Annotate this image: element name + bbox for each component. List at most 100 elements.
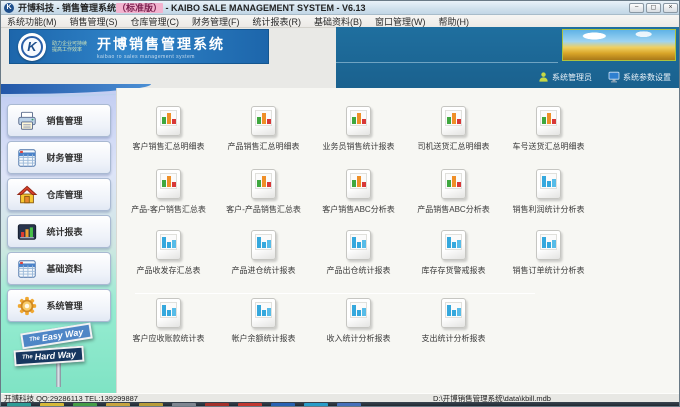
report-label: 产品进仓统计报表 (231, 266, 296, 275)
report-item[interactable]: 销售订单统计分析表 (501, 230, 596, 276)
brand-subtitle: kaibao ro sales management system (97, 53, 195, 60)
report-chart-icon (346, 169, 371, 199)
report-chart-icon (346, 298, 371, 328)
maximize-button[interactable]: ◻ (646, 2, 661, 13)
sidebar-item-sales[interactable]: 销售管理 (6, 104, 111, 137)
report-item[interactable]: 业务员销售统计报表 (311, 106, 406, 152)
taskbar-app-icon (73, 403, 97, 406)
report-item[interactable]: 客户销售汇总明细表 (121, 106, 216, 152)
report-row-finance: 客户应收账款统计表 帐户余额统计报表 收入统计分析报表 支出统计分析报表 (121, 298, 501, 344)
menu-item[interactable]: 统计报表(R) (253, 15, 302, 28)
sidebar-swoosh-highlight (1, 94, 119, 97)
close-button[interactable]: × (663, 2, 678, 13)
report-label: 收入统计分析报表 (326, 334, 391, 343)
report-item[interactable]: 司机送货汇总明细表 (406, 106, 501, 152)
report-chart-icon (251, 298, 276, 328)
report-label: 客户销售ABC分析表 (322, 205, 395, 214)
report-chart-icon (251, 169, 276, 199)
report-item[interactable]: 产品销售ABC分析表 (406, 169, 501, 215)
report-label: 销售利润统计分析表 (512, 205, 585, 214)
menu-item[interactable]: 帮助(H) (439, 15, 470, 28)
taskbar-app-icon (40, 403, 64, 406)
brand-banner: K 助力企业可持续 提高工作效率 开博销售管理系统 kaibao ro sale… (9, 29, 269, 64)
report-label: 库存存货警戒报表 (421, 266, 486, 275)
report-chart-icon (441, 169, 466, 199)
minimize-button[interactable]: − (629, 2, 644, 13)
window-title-main: 开博科技 - 销售管理系统 (18, 3, 116, 13)
brand-logo-letter: K (21, 35, 43, 58)
report-row-inventory: 产品收发存汇总表 产品进仓统计报表 产品出仓统计报表 库存存货警戒报表 销售订单统计分析… (121, 230, 596, 276)
menu-item[interactable]: 销售管理(S) (70, 15, 118, 28)
app-logo-icon: K (4, 2, 14, 13)
sidebar-item-warehouse[interactable]: 仓库管理 (6, 178, 111, 211)
slogan-line2: 提高工作效率 (52, 46, 83, 53)
header-divider (336, 62, 558, 63)
header: 系统管理员 系统参数设置 K 助力企业可持续 提高工作效率 开博销售管理系统 k… (1, 27, 679, 88)
menu-item[interactable]: 财务管理(F) (192, 15, 240, 28)
report-item[interactable]: 产品收发存汇总表 (121, 230, 216, 276)
menu-item[interactable]: 仓库管理(C) (131, 15, 180, 28)
taskbar-app-icon (7, 403, 31, 406)
app-window: K 开博科技 - 销售管理系统（标准版） - KAIBO SALE MANAGE… (0, 0, 680, 407)
report-item[interactable]: 客户销售ABC分析表 (311, 169, 406, 215)
report-item[interactable]: 销售利润统计分析表 (501, 169, 596, 215)
report-chart-icon (441, 106, 466, 136)
report-item[interactable]: 车号送货汇总明细表 (501, 106, 596, 152)
report-row-sales: 客户销售汇总明细表 产品销售汇总明细表 业务员销售统计报表 司机送货汇总明细表 车号送货… (121, 106, 596, 152)
monitor-icon (608, 71, 620, 83)
report-item[interactable]: 支出统计分析报表 (406, 298, 501, 344)
report-chart-icon (536, 106, 561, 136)
report-row-analysis: 产品-客户销售汇总表 客户-产品销售汇总表 客户销售ABC分析表 产品销售ABC分析表… (121, 169, 596, 215)
bar-chart-icon (17, 223, 36, 240)
window-title: 开博科技 - 销售管理系统（标准版） - KAIBO SALE MANAGEME… (18, 1, 366, 14)
system-settings-link[interactable]: 系统参数设置 (608, 71, 671, 83)
report-label: 销售订单统计分析表 (512, 266, 585, 275)
sidebar: 销售管理 财务管理 仓库管理 统计报表 基础资料 系统管理 TheEasy Wa… (1, 84, 151, 393)
report-item[interactable]: 产品销售汇总明细表 (216, 106, 311, 152)
gear-icon (17, 296, 36, 315)
header-right-panel: 系统管理员 系统参数设置 (336, 27, 679, 88)
report-item[interactable]: 产品出仓统计报表 (311, 230, 406, 276)
sidebar-item-finance[interactable]: 财务管理 (6, 141, 111, 174)
hard-way-text: Hard Way (34, 349, 77, 362)
report-label: 产品收发存汇总表 (136, 266, 201, 275)
report-item[interactable]: 客户-产品销售汇总表 (216, 169, 311, 215)
wheat-field-image (562, 29, 676, 61)
report-item[interactable]: 产品进仓统计报表 (216, 230, 311, 276)
menu-item[interactable]: 系统功能(M) (7, 15, 57, 28)
report-chart-icon (156, 298, 181, 328)
sidebar-item-reports[interactable]: 统计报表 (6, 215, 111, 248)
report-label: 支出统计分析报表 (421, 334, 486, 343)
report-label: 产品出仓统计报表 (326, 266, 391, 275)
windows-taskbar[interactable] (1, 402, 679, 406)
report-label: 车号送货汇总明细表 (512, 142, 585, 151)
hard-way-sign: TheHard Way (13, 345, 85, 367)
report-item[interactable]: 库存存货警戒报表 (406, 230, 501, 276)
slogan-line1: 助力企业可持续 (52, 40, 88, 47)
taskbar-app-icon (172, 403, 196, 406)
report-item[interactable]: 客户应收账款统计表 (121, 298, 216, 344)
sign-prefix: The (21, 354, 33, 361)
menu-item[interactable]: 窗口管理(W) (375, 15, 426, 28)
report-item[interactable]: 产品-客户销售汇总表 (121, 169, 216, 215)
taskbar-app-icon (205, 403, 229, 406)
sidebar-item-system[interactable]: 系统管理 (6, 289, 111, 322)
taskbar-app-icon (238, 403, 262, 406)
sidebar-item-basedata[interactable]: 基础资料 (6, 252, 111, 285)
report-label: 帐户余额统计报表 (231, 334, 296, 343)
report-chart-icon (251, 230, 276, 260)
report-label: 业务员销售统计报表 (322, 142, 395, 151)
current-user[interactable]: 系统管理员 (538, 71, 592, 83)
sign-prefix: The (28, 335, 41, 344)
report-item[interactable]: 收入统计分析报表 (311, 298, 406, 344)
current-user-label: 系统管理员 (552, 72, 592, 82)
report-chart-icon (156, 230, 181, 260)
report-item[interactable]: 帐户余额统计报表 (216, 298, 311, 344)
menu-item[interactable]: 基础资料(B) (314, 15, 362, 28)
report-chart-icon (441, 298, 466, 328)
sidebar-item-label: 系统管理 (46, 301, 83, 311)
title-bar[interactable]: K 开博科技 - 销售管理系统（标准版） - KAIBO SALE MANAGE… (1, 1, 679, 15)
taskbar-app-icon (271, 403, 295, 406)
sidebar-item-label: 基础资料 (46, 264, 83, 274)
window-title-version: - KAIBO SALE MANAGEMENT SYSTEM - V6.13 (163, 3, 366, 13)
